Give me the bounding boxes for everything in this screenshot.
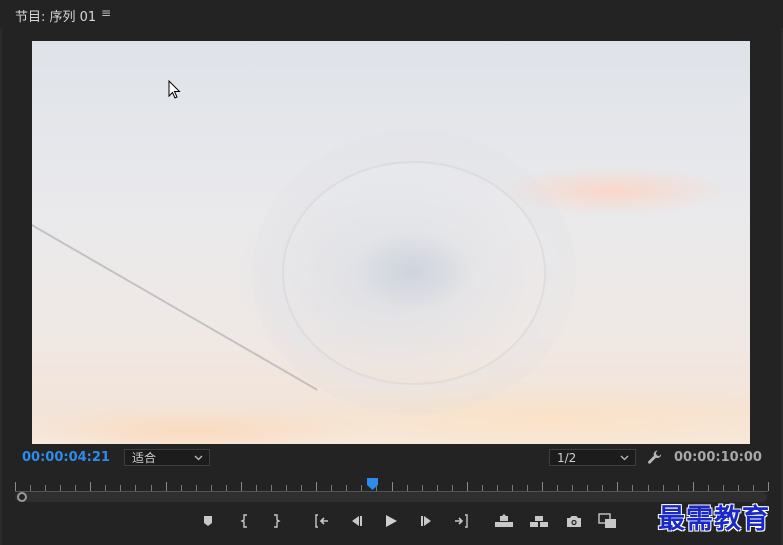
ruler-tick bbox=[663, 485, 664, 491]
add-marker-button[interactable] bbox=[197, 510, 219, 532]
go-to-out-icon bbox=[455, 514, 468, 528]
step-forward-icon bbox=[421, 516, 431, 526]
play-button[interactable] bbox=[380, 510, 402, 532]
marker-icon bbox=[204, 516, 212, 526]
ruler-tick bbox=[693, 482, 694, 491]
duration-timecode: 00:00:10:00 bbox=[674, 450, 762, 465]
mark-in-button[interactable] bbox=[234, 510, 256, 532]
ruler-tick bbox=[60, 485, 61, 491]
ruler-tick bbox=[738, 485, 739, 491]
ruler-tick bbox=[346, 485, 347, 491]
step-back-icon bbox=[352, 516, 362, 526]
camera-icon bbox=[567, 515, 581, 527]
export-frame-button[interactable] bbox=[563, 510, 585, 532]
ruler-tick bbox=[617, 482, 618, 491]
mark-out-button[interactable] bbox=[265, 510, 287, 532]
ruler-tick bbox=[196, 485, 197, 491]
ruler-tick bbox=[678, 485, 679, 491]
step-forward-button[interactable] bbox=[416, 510, 438, 532]
ruler-tick bbox=[723, 485, 724, 491]
ruler-tick bbox=[256, 485, 257, 491]
chevron-down-icon bbox=[620, 455, 629, 461]
panel-border-left bbox=[0, 28, 2, 545]
go-to-in-button[interactable] bbox=[311, 510, 333, 532]
ruler-tick bbox=[316, 482, 317, 491]
preview-streak bbox=[32, 224, 318, 391]
ruler-tick bbox=[753, 485, 754, 491]
play-icon bbox=[386, 515, 397, 527]
ruler-tick bbox=[482, 485, 483, 491]
ruler-tick bbox=[90, 482, 91, 491]
ruler-tick bbox=[226, 485, 227, 491]
current-timecode[interactable]: 00:00:04:21 bbox=[22, 450, 110, 465]
watermark-logo: 最需教育 bbox=[658, 504, 770, 535]
ruler-tick bbox=[632, 485, 633, 491]
mark-out-icon bbox=[274, 514, 281, 528]
extract-icon bbox=[530, 516, 548, 527]
ruler-tick bbox=[437, 485, 438, 491]
ruler-tick bbox=[452, 485, 453, 491]
ruler-tick bbox=[572, 485, 573, 491]
ruler-tick bbox=[331, 485, 332, 491]
go-to-in-icon bbox=[315, 514, 328, 528]
ruler-tick bbox=[527, 485, 528, 491]
ruler-tick bbox=[286, 485, 287, 491]
ruler-tick bbox=[542, 482, 543, 491]
panel-header: 节目: 序列 01 ≡ bbox=[0, 0, 783, 28]
program-monitor-preview[interactable] bbox=[32, 41, 750, 444]
playhead-handle[interactable] bbox=[367, 478, 379, 490]
playback-resolution-value: 1/2 bbox=[557, 450, 577, 465]
ruler-tick bbox=[512, 485, 513, 491]
ruler-tick bbox=[120, 485, 121, 491]
ruler-tick bbox=[557, 485, 558, 491]
ruler-tick bbox=[497, 485, 498, 491]
ruler-tick bbox=[15, 482, 16, 491]
ruler-tick bbox=[105, 485, 106, 491]
ruler-tick bbox=[392, 482, 393, 491]
lift-icon bbox=[495, 514, 513, 527]
ruler-tick bbox=[271, 485, 272, 491]
chevron-down-icon bbox=[194, 455, 203, 461]
panel-title[interactable]: 节目: 序列 01 bbox=[15, 6, 96, 25]
wrench-icon[interactable] bbox=[647, 449, 663, 465]
ruler-tick bbox=[648, 485, 649, 491]
extract-button[interactable] bbox=[528, 510, 550, 532]
zoom-level-value: 适合 bbox=[132, 451, 157, 465]
ruler-tick bbox=[75, 485, 76, 491]
playback-resolution-select[interactable]: 1/2 bbox=[549, 449, 636, 466]
step-back-button[interactable] bbox=[345, 510, 367, 532]
ruler-tick bbox=[45, 485, 46, 491]
lift-button[interactable] bbox=[493, 510, 515, 532]
ruler-tick bbox=[602, 485, 603, 491]
time-ruler[interactable] bbox=[15, 478, 769, 492]
ruler-tick bbox=[768, 482, 769, 491]
ruler-tick bbox=[708, 485, 709, 491]
panel-menu-icon[interactable]: ≡ bbox=[101, 6, 111, 20]
ruler-tick bbox=[181, 485, 182, 491]
ruler-tick bbox=[211, 485, 212, 491]
go-to-out-button[interactable] bbox=[450, 510, 472, 532]
ruler-tick bbox=[166, 482, 167, 491]
ruler-tick bbox=[151, 485, 152, 491]
ruler-tick bbox=[407, 485, 408, 491]
comparison-icon bbox=[598, 513, 616, 528]
ruler-tick bbox=[30, 485, 31, 491]
ruler-tick bbox=[467, 482, 468, 491]
ruler-tick bbox=[587, 485, 588, 491]
ruler-tick bbox=[301, 485, 302, 491]
ruler-tick bbox=[361, 485, 362, 491]
ruler-tick bbox=[135, 485, 136, 491]
mouse-cursor-icon bbox=[168, 80, 181, 99]
comparison-view-button[interactable] bbox=[597, 510, 619, 532]
ruler-tick bbox=[422, 485, 423, 491]
ruler-tick bbox=[241, 482, 242, 491]
zoom-scrollbar-handle[interactable] bbox=[17, 492, 27, 502]
mark-in-icon bbox=[240, 514, 247, 528]
timeline-zoom-scrollbar[interactable] bbox=[15, 492, 767, 502]
preview-swirl bbox=[282, 161, 546, 385]
zoom-level-select[interactable]: 适合 bbox=[124, 449, 210, 466]
